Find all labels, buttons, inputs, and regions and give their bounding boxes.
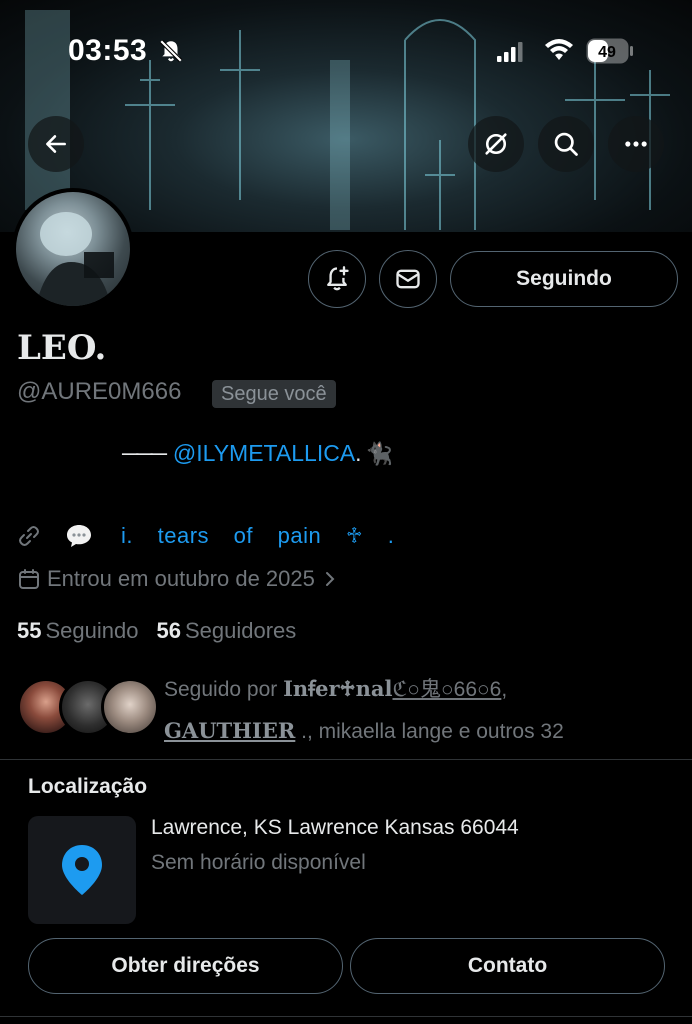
grok-button[interactable] — [468, 116, 524, 172]
profile-link-row: i. tears of pain ♱ . — [17, 520, 394, 552]
profile-handle: @AURE0M666 — [17, 378, 182, 405]
grok-icon — [485, 133, 507, 155]
following-count: 55 — [17, 618, 42, 643]
map-pin-icon — [62, 845, 102, 895]
bell-plus-icon — [327, 266, 349, 291]
bell-off-icon — [159, 39, 183, 63]
profile-website-link[interactable]: i. tears of pain ♱ . — [121, 523, 394, 549]
location-map-tile[interactable] — [28, 816, 136, 924]
followed-by-row[interactable]: Seguido por Inꞙer♱nalℭ○鬼○66○6, GAUTHIER … — [17, 668, 677, 748]
profile-avatar[interactable] — [12, 188, 134, 310]
more-options-button[interactable] — [608, 116, 664, 172]
section-divider — [0, 759, 692, 760]
follower-name-1-tail: ℭ○鬼○66○6 — [392, 678, 502, 701]
arrow-left-icon — [46, 135, 66, 153]
follow-stats: 55 Seguindo 56 Seguidores — [17, 618, 296, 644]
follower-avatar — [101, 678, 159, 736]
joined-date[interactable]: Entrou em outubro de 2025 — [17, 566, 337, 592]
avatar-image — [16, 192, 130, 306]
following-button[interactable]: Seguindo — [450, 251, 678, 307]
bio-emoji: 🐈‍⬛ — [365, 440, 393, 466]
chevron-right-icon — [325, 572, 335, 586]
more-horizontal-icon — [625, 141, 647, 147]
followed-by-suffix: ., mikaella lange e outros 32 — [295, 720, 564, 743]
back-button[interactable] — [28, 116, 84, 172]
location-address: Lawrence, KS Lawrence Kansas 66044 — [151, 816, 519, 839]
bio-dash: ─── — [122, 440, 167, 466]
bio-suffix: . — [355, 440, 362, 466]
search-icon — [554, 132, 578, 156]
search-button[interactable] — [538, 116, 594, 172]
message-button[interactable] — [379, 250, 437, 308]
followers-stat[interactable]: 56 Seguidores — [156, 618, 296, 644]
envelope-icon — [396, 269, 420, 289]
following-label: Seguindo — [45, 618, 139, 643]
profile-name: LEO. — [17, 328, 107, 368]
battery-icon: 49 — [586, 38, 633, 64]
get-directions-button[interactable]: Obter direções — [28, 938, 343, 994]
status-time: 03:53 — [68, 34, 148, 67]
bio-mention-link[interactable]: @ILYMETALLICA — [173, 440, 355, 467]
bottom-divider — [0, 1016, 692, 1017]
followers-count: 56 — [156, 618, 181, 643]
followers-label: Seguidores — [184, 618, 297, 643]
followed-by-prefix: Seguido por — [164, 678, 284, 701]
follower-name-2: GAUTHIER — [164, 718, 296, 743]
battery-level: 49 — [598, 44, 616, 61]
notifications-button[interactable] — [308, 250, 366, 308]
location-title: Localização — [28, 775, 148, 798]
location-hours: Sem horário disponível — [151, 851, 366, 874]
following-stat[interactable]: 55 Seguindo — [17, 618, 138, 644]
wifi-icon — [545, 39, 573, 60]
followed-by-text: Seguido por Inꞙer♱nalℭ○鬼○66○6, GAUTHIER … — [164, 676, 564, 743]
calendar-icon — [19, 569, 39, 589]
link-icon — [19, 526, 39, 546]
joined-text: Entrou em outubro de 2025 — [47, 566, 315, 591]
follower-name-1: Inꞙer♱nal — [283, 676, 393, 701]
speech-bubble-icon — [67, 525, 91, 547]
contact-button[interactable]: Contato — [350, 938, 665, 994]
status-bar: 03:53 49 — [0, 0, 692, 100]
follows-you-badge: Segue você — [212, 380, 336, 408]
profile-bio: ─── @ILYMETALLICA . 🐈‍⬛ — [122, 440, 393, 467]
cellular-signal-icon — [497, 42, 523, 62]
